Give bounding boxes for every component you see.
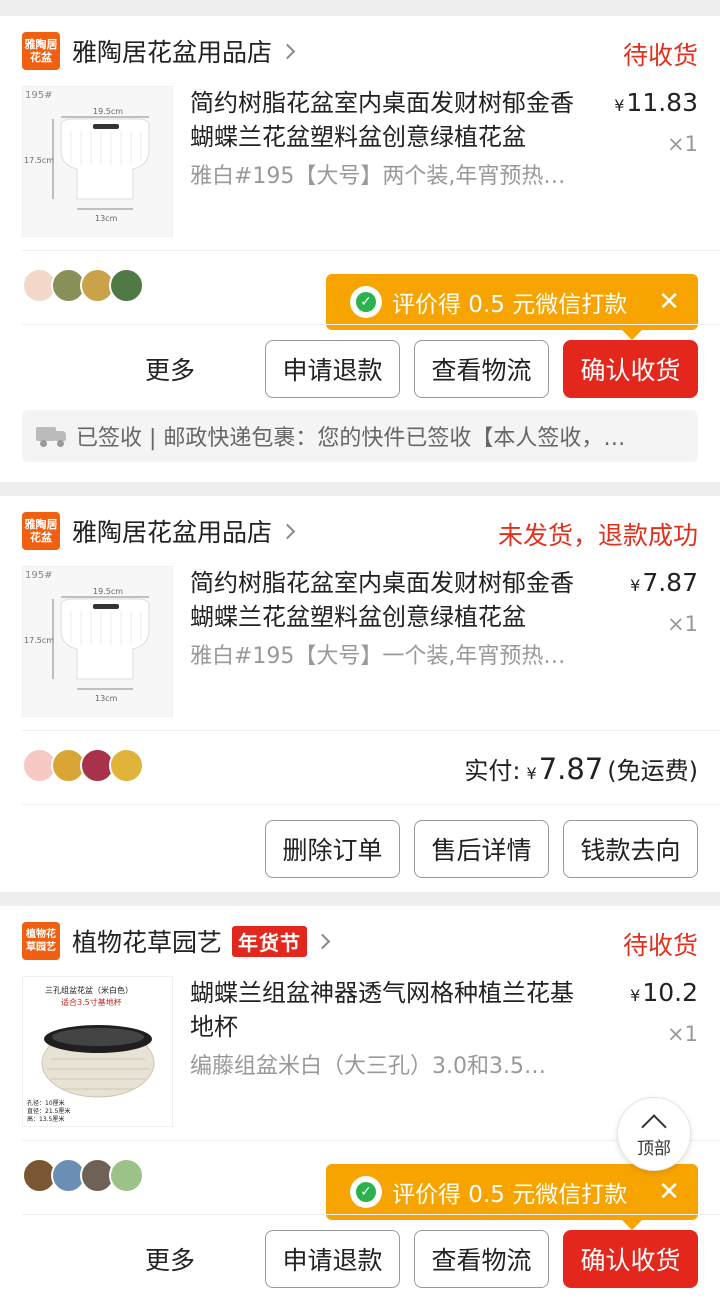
tip-text: 评价得 0.5 元微信打款 [392, 292, 628, 318]
order-actions: 更多 申请退款 查看物流 确认收货 [145, 1230, 698, 1288]
order-status: 待收货 [622, 931, 698, 960]
close-icon[interactable]: ✕ [658, 1177, 680, 1207]
confirm-receipt-button[interactable]: 确认收货 [563, 1230, 698, 1288]
product-quantity: ×1 [667, 132, 698, 156]
reviewer-avatars [22, 748, 144, 783]
shop-logo: 雅陶居花盆 [22, 512, 60, 550]
product-title[interactable]: 简约树脂花盆室内桌面发财树郁金香蝴蝶兰花盆塑料盆创意绿植花盆 [190, 86, 590, 154]
more-button[interactable]: 更多 [145, 351, 195, 387]
chevron-right-icon [279, 43, 296, 59]
thumb-line1: 三孔组盆花盆（米白色） [45, 985, 133, 995]
wechat-icon: ✓ [350, 286, 382, 318]
festival-badge: 年货节 [232, 925, 308, 957]
order-card[interactable]: 雅陶居花盆 雅陶居花盆用品店 未发货，退款成功 195# 19.5cm 17.5… [0, 496, 720, 892]
divider [22, 730, 720, 731]
tip-text: 评价得 0.5 元微信打款 [392, 1182, 628, 1208]
thumb-height-label: 17.5cm [24, 636, 54, 645]
shop-header[interactable]: 雅陶居花盆 雅陶居花盆用品店 [22, 30, 698, 72]
order-status: 未发货，退款成功 [497, 521, 698, 550]
divider [22, 804, 720, 805]
request-refund-button[interactable]: 申请退款 [265, 1230, 400, 1288]
product-title[interactable]: 蝴蝶兰组盆神器透气网格种植兰花基地杯 [190, 976, 590, 1044]
product-variant: 雅白#195【大号】一个装,年宵预热… [190, 644, 566, 669]
thumb-width-label: 19.5cm [93, 587, 123, 596]
thumb-width-label: 19.5cm [93, 107, 123, 116]
shop-name[interactable]: 植物花草园艺 [72, 923, 222, 959]
product-price: ¥10.2 [630, 978, 698, 1007]
avatar [109, 748, 144, 783]
product-variant: 编藤组盆米白（大三孔）3.0和3.5… [190, 1054, 546, 1079]
order-actions: 删除订单 售后详情 钱款去向 [265, 820, 698, 878]
product-thumbnail[interactable]: 195# 19.5cm 17.5cm 13cm [22, 86, 173, 237]
shop-header[interactable]: 植物花草园艺 植物花草园艺 年货节 [22, 920, 698, 962]
product-thumbnail[interactable]: 195# 19.5cm 17.5cm 13cm [22, 566, 173, 717]
wechat-icon: ✓ [350, 1176, 382, 1208]
logistics-status[interactable]: 已签收 | 邮政快递包裹：您的快件已签收【本人签收，… [22, 410, 698, 462]
product-quantity: ×1 [667, 612, 698, 636]
delete-order-button[interactable]: 删除订单 [265, 820, 400, 878]
divider [22, 1214, 720, 1215]
confirm-receipt-button[interactable]: 确认收货 [563, 340, 698, 398]
close-icon[interactable]: ✕ [658, 287, 680, 317]
product-title[interactable]: 简约树脂花盆室内桌面发财树郁金香蝴蝶兰花盆塑料盆创意绿植花盆 [190, 566, 590, 634]
avatar [109, 268, 144, 303]
shop-logo: 植物花草园艺 [22, 922, 60, 960]
order-actions: 更多 申请退款 查看物流 确认收货 [145, 340, 698, 398]
paid-amount: 实付: ¥7.87 (免运费) [464, 752, 698, 786]
thumb-line2: 适合3.5寸基地杯 [61, 997, 122, 1007]
thumb-height-label: 17.5cm [24, 156, 54, 165]
divider [22, 324, 720, 325]
chevron-right-icon [279, 523, 296, 539]
product-price: ¥7.87 [630, 568, 698, 597]
reviewer-avatars [22, 1158, 144, 1193]
thumb-code: 195# [25, 90, 52, 101]
order-status: 待收货 [622, 41, 698, 70]
view-logistics-button[interactable]: 查看物流 [414, 1230, 549, 1288]
product-variant: 雅白#195【大号】两个装,年宵预热… [190, 164, 566, 189]
review-reward-tip[interactable]: ✓ 评价得 0.5 元微信打款 ✕ [326, 1164, 698, 1230]
logistics-text: 已签收 | 邮政快递包裹：您的快件已签收【本人签收，… [76, 426, 626, 451]
order-card[interactable]: 雅陶居花盆 雅陶居花盆用品店 待收货 195# 19.5cm 17.5cm 13… [0, 16, 720, 482]
shop-name[interactable]: 雅陶居花盆用品店 [72, 513, 272, 549]
avatar [109, 1158, 144, 1193]
product-thumbnail[interactable]: 三孔组盆花盆（米白色） 适合3.5寸基地杯 孔径：10厘米 直径：21.5厘米 … [22, 976, 173, 1127]
request-refund-button[interactable]: 申请退款 [265, 340, 400, 398]
shop-logo: 雅陶居花盆 [22, 32, 60, 70]
product-quantity: ×1 [667, 1022, 698, 1046]
thumb-code: 195# [25, 570, 52, 581]
truck-icon [36, 425, 68, 447]
chevron-right-icon [314, 933, 331, 949]
thumb-spec1: 孔径：10厘米 [27, 1099, 65, 1107]
view-logistics-button[interactable]: 查看物流 [414, 340, 549, 398]
shop-name[interactable]: 雅陶居花盆用品店 [72, 33, 272, 69]
product-price: ¥11.83 [614, 88, 698, 117]
thumb-spec2: 直径：21.5厘米 [27, 1107, 70, 1115]
more-button[interactable]: 更多 [145, 1241, 195, 1277]
back-to-top-button[interactable]: 顶部 [617, 1097, 691, 1171]
review-reward-tip[interactable]: ✓ 评价得 0.5 元微信打款 ✕ [326, 274, 698, 340]
money-flow-button[interactable]: 钱款去向 [563, 820, 698, 878]
divider [22, 250, 720, 251]
reviewer-avatars [22, 268, 144, 303]
order-card[interactable]: 植物花草园艺 植物花草园艺 年货节 待收货 三孔组盆花盆（米白色） 适合3.5寸… [0, 906, 720, 1302]
thumb-spec3: 高：13.5厘米 [27, 1115, 64, 1123]
aftersale-details-button[interactable]: 售后详情 [414, 820, 549, 878]
divider [22, 1140, 720, 1141]
thumb-base-label: 13cm [95, 214, 118, 223]
thumb-base-label: 13cm [95, 694, 118, 703]
